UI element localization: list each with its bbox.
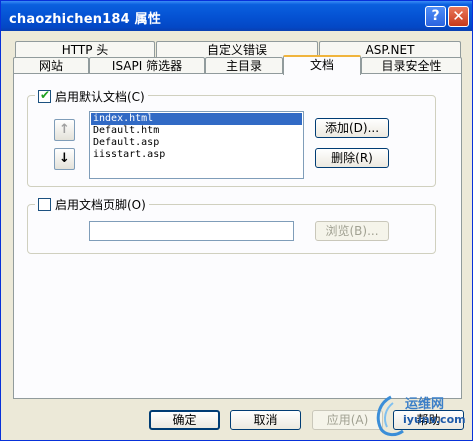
default-documents-list[interactable]: index.html Default.htm Default.asp iisst… <box>89 111 304 179</box>
enable-footer-checkbox[interactable] <box>38 198 51 211</box>
enable-default-doc-checkbox-row[interactable]: ✔ 启用默认文档(C) <box>35 88 148 105</box>
checkmark-icon: ✔ <box>40 88 51 102</box>
add-document-button[interactable]: 添加(D)... <box>315 118 389 138</box>
properties-dialog: chaozhichen184 属性 ? ✕ HTTP 头 自定义错误 ASP.N… <box>0 0 473 441</box>
apply-button[interactable]: 应用(A) <box>312 410 383 430</box>
remove-document-button[interactable]: 删除(R) <box>315 148 389 168</box>
list-item[interactable]: index.html <box>91 113 302 125</box>
ok-button[interactable]: 确定 <box>149 410 220 430</box>
help-button[interactable]: 帮助 <box>393 410 464 430</box>
move-up-button[interactable]: ↑ <box>54 119 75 141</box>
enable-default-doc-checkbox[interactable]: ✔ <box>38 88 51 103</box>
tab-documents[interactable]: 文档 <box>283 55 361 75</box>
enable-footer-checkbox-row[interactable]: 启用文档页脚(O) <box>35 196 149 213</box>
footer-path-input[interactable] <box>89 221 294 241</box>
browse-button[interactable]: 浏览(B)... <box>315 221 389 241</box>
close-button[interactable]: ✕ <box>448 6 469 27</box>
help-title-button[interactable]: ? <box>425 6 446 27</box>
title-bar[interactable]: chaozhichen184 属性 ? ✕ <box>1 1 472 31</box>
cancel-button[interactable]: 取消 <box>230 410 301 430</box>
enable-footer-label: 启用文档页脚(O) <box>55 198 146 212</box>
window-title: chaozhichen184 属性 <box>9 12 162 27</box>
list-item[interactable]: iisstart.asp <box>91 149 302 161</box>
list-item[interactable]: Default.htm <box>91 125 302 137</box>
enable-default-doc-label: 启用默认文档(C) <box>55 90 145 104</box>
move-down-button[interactable]: ↓ <box>54 148 75 170</box>
list-item[interactable]: Default.asp <box>91 137 302 149</box>
